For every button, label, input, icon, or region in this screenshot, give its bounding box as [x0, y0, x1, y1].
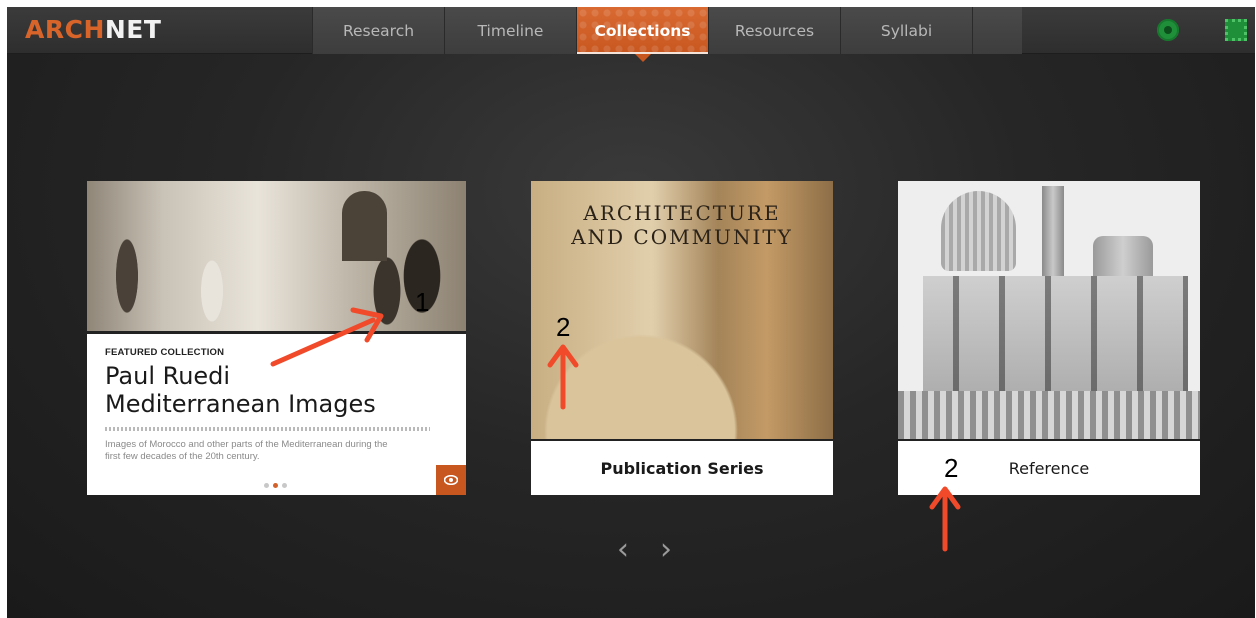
cover-title-line1: ARCHITECTURE — [583, 201, 781, 225]
nav-collections[interactable]: Collections — [576, 7, 708, 62]
pagination-dot-active[interactable] — [273, 483, 278, 488]
view-collection-button[interactable] — [436, 465, 466, 495]
cover-title-line2: AND COMMUNITY — [571, 225, 793, 249]
nav-resources[interactable]: Resources — [708, 7, 840, 54]
top-navigation-bar: ARCHNET Research Timeline Collections Re… — [7, 7, 1255, 62]
annotation-arrow-2-reference — [929, 486, 961, 552]
featured-pagination-dots — [264, 483, 287, 488]
square-pattern-icon[interactable] — [1225, 19, 1247, 41]
photo-ground — [898, 391, 1200, 439]
publication-cover-title: ARCHITECTURE AND COMMUNITY — [531, 201, 833, 249]
logo-part-net: NET — [104, 15, 162, 44]
main-nav: Research Timeline Collections Resources … — [312, 7, 1022, 62]
nav-syllabi[interactable]: Syllabi — [840, 7, 972, 54]
featured-description: Images of Morocco and other parts of the… — [105, 439, 388, 462]
reference-photo — [898, 181, 1200, 439]
carousel-next-button[interactable]: › — [654, 535, 678, 565]
annotation-arrow-2-publication — [547, 344, 579, 410]
annotation-number-1: 1 — [415, 287, 430, 317]
flower-icon[interactable] — [1157, 19, 1179, 41]
featured-title-line2: Mediterranean Images — [105, 390, 376, 418]
nav-spacer — [972, 7, 1022, 54]
logo-part-arch: ARCH — [25, 15, 105, 44]
eye-icon — [444, 475, 458, 485]
nav-timeline[interactable]: Timeline — [444, 7, 576, 54]
pagination-dot[interactable] — [264, 483, 269, 488]
page-frame: ARCHNET Research Timeline Collections Re… — [7, 7, 1255, 618]
annotation-arrow-1 — [270, 307, 384, 367]
nav-research[interactable]: Research — [312, 7, 444, 54]
photo-dome — [941, 191, 1016, 271]
publication-series-label[interactable]: Publication Series — [531, 439, 833, 495]
carousel-prev-button[interactable]: ‹ — [611, 535, 635, 565]
publication-series-card[interactable]: ARCHITECTURE AND COMMUNITY Publication S… — [531, 181, 833, 495]
pagination-dot[interactable] — [282, 483, 287, 488]
reference-card[interactable]: Reference — [898, 181, 1200, 495]
archnet-logo[interactable]: ARCHNET — [25, 15, 161, 44]
annotation-number-2-reference: 2 — [944, 453, 959, 483]
featured-divider — [105, 427, 430, 431]
